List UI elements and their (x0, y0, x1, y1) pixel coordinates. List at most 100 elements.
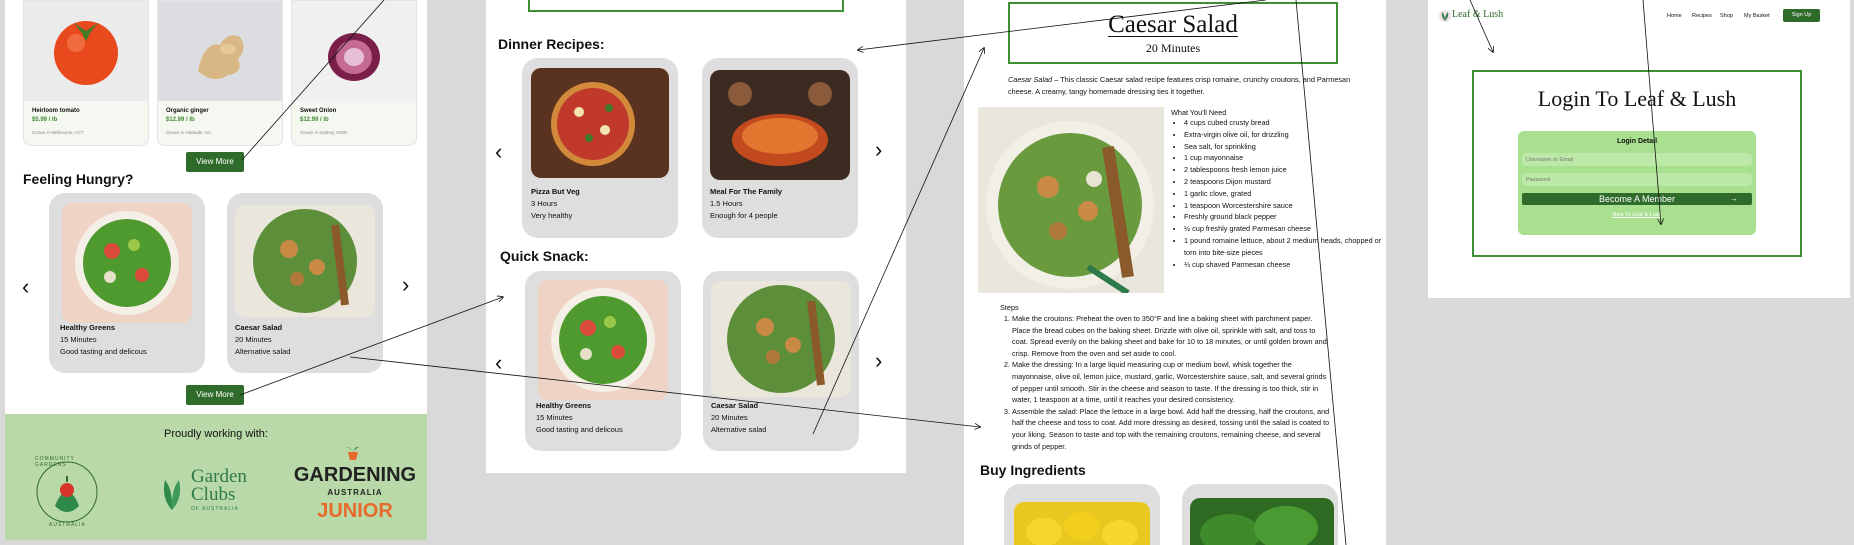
chevron-left-icon[interactable]: ‹ (495, 352, 502, 374)
product-name: Organic ginger (166, 108, 209, 114)
nav-recipes[interactable]: Recipes (1692, 13, 1712, 19)
recipe-time: 1.5 Hours (710, 199, 743, 208)
chevron-right-icon[interactable]: › (875, 139, 882, 161)
ingredient-item: 1 teaspoon Worcestershire sauce (1184, 200, 1384, 212)
recipe-desc: Very healthy (531, 211, 573, 220)
product-card[interactable]: Sweet Onion $12.99 / lb Grown in Sydney,… (291, 0, 417, 146)
product-origin: Grown in Melbourne, ACT (32, 130, 84, 135)
recipe-card[interactable]: Caesar Salad 20 Minutes Alternative sala… (227, 193, 383, 373)
chevron-right-icon[interactable]: › (875, 350, 882, 372)
login-page-frame: Leaf & Lush Home Recipes Shop My Basket … (1428, 0, 1850, 298)
ingredient-item: 1 cup mayonnaise (1184, 152, 1384, 164)
tomato-image (24, 1, 148, 101)
feeling-hungry-heading: Feeling Hungry? (23, 171, 134, 187)
password-input[interactable] (1522, 173, 1752, 186)
gardening-australia-junior-logo: GARDENING AUSTRALIA JUNIOR (293, 444, 417, 538)
recipe-desc: Good tasting and delicous (60, 347, 147, 356)
recipe-title: Caesar Salad (1108, 11, 1238, 38)
ingredient-item: Extra-virgin olive oil, for drizzling (1184, 129, 1384, 141)
recipe-time: 20 Minutes (711, 413, 748, 422)
logo-text-top: COMMUNITY GARDENS (35, 456, 75, 468)
recipe-time: 20 Minutes (235, 335, 272, 344)
logo-text-clubs: Clubs (191, 484, 236, 505)
new-member-link[interactable]: New To Leaf & Lush (1518, 212, 1756, 218)
recipe-card[interactable]: Meal For The Family 1.5 Hours Enough for… (702, 58, 858, 238)
view-more-button[interactable]: View More (186, 152, 244, 172)
caesar-salad-photo (978, 107, 1164, 293)
product-card[interactable]: Heirloom tomato $5.99 / lb Grown in Melb… (23, 0, 149, 146)
recipe-title: Caesar Salad (235, 323, 283, 332)
caesar-salad-image (711, 281, 851, 397)
recipe-card[interactable]: Caesar Salad 20 Minutes Alternative sala… (703, 271, 859, 451)
steps-list: Make the croutons: Preheat the oven to 3… (1000, 313, 1330, 452)
recipe-title: Caesar Salad (711, 401, 759, 410)
logo-plant-pot (345, 444, 361, 460)
ingredient-item: 1 pound romaine lettuce, about 2 medium … (1184, 235, 1384, 259)
nav-shop[interactable]: Shop (1720, 13, 1733, 19)
navbar: Leaf & Lush Home Recipes Shop My Basket … (1428, 0, 1850, 30)
recipe-desc: Good tasting and delicous (536, 425, 623, 434)
username-input[interactable] (1522, 153, 1752, 166)
login-box: Login To Leaf & Lush Login Detail Become… (1472, 70, 1802, 257)
recipe-desc: Enough for 4 people (710, 211, 778, 220)
spinach-image (1190, 498, 1334, 545)
ingredient-item: Sea salt, for sprinkling (1184, 141, 1384, 153)
nav-my-basket[interactable]: My Basket (1744, 13, 1770, 19)
become-member-button[interactable]: Become A Member → (1522, 193, 1752, 205)
product-origin: Grown in Sydney, NSW (300, 130, 347, 135)
healthy-greens-image (538, 280, 668, 400)
chevron-left-icon[interactable]: ‹ (22, 276, 29, 298)
recipes-page-frame: Dinner Recipes: ‹ › Pizza But Veg 3 Hour… (486, 0, 906, 473)
quick-snack-heading: Quick Snack: (500, 248, 589, 264)
partners-section: Proudly working with: COMMUNITY GARDENS … (5, 414, 427, 540)
ingredient-item: 1 garlic clove, grated (1184, 188, 1384, 200)
chevron-right-icon[interactable]: › (402, 274, 409, 296)
become-member-label: Become A Member (1598, 194, 1676, 204)
arrow-right-icon: → (1730, 194, 1738, 203)
product-name: Sweet Onion (300, 108, 337, 114)
step-item: Make the dressing: In a large liquid mea… (1012, 359, 1330, 405)
top-box (528, 0, 844, 12)
ingredient-item: 2 tablespoons fresh lemon juice (1184, 164, 1384, 176)
step-item: Assemble the salad: Place the lettuce in… (1012, 406, 1330, 452)
intro-name: Caesar Salad (1008, 75, 1053, 84)
login-title: Login To Leaf & Lush (1537, 86, 1737, 111)
recipe-card[interactable]: Healthy Greens 15 Minutes Good tasting a… (49, 193, 205, 373)
recipe-card[interactable]: Healthy Greens 15 Minutes Good tasting a… (525, 271, 681, 451)
recipe-card[interactable]: Pizza But Veg 3 Hours Very healthy (522, 58, 678, 238)
healthy-greens-image (62, 203, 192, 323)
partners-title: Proudly working with: (164, 428, 268, 440)
logo-text-bottom: AUSTRALIA (49, 522, 86, 528)
product-price: $12.99 / lb (166, 117, 195, 123)
chevron-left-icon[interactable]: ‹ (495, 141, 502, 163)
product-name: Heirloom tomato (32, 108, 80, 114)
product-price: $12.99 / lb (300, 117, 329, 123)
shop-page-frame: Heirloom tomato $5.99 / lb Grown in Melb… (5, 0, 427, 540)
ingredient-item: ½ cup freshly grated Parmesan cheese (1184, 223, 1384, 235)
nav-home[interactable]: Home (1667, 13, 1682, 19)
logo-text-of-australia: OF AUSTRALIA (191, 506, 239, 512)
logo-text-australia: AUSTRALIA (327, 488, 383, 497)
recipe-time: 3 Hours (531, 199, 558, 208)
ingredient-item: Freshly ground black pepper (1184, 211, 1384, 223)
step-item: Make the croutons: Preheat the oven to 3… (1012, 313, 1330, 359)
dinner-recipes-heading: Dinner Recipes: (498, 36, 605, 52)
ingredient-item: 2 teaspoons Dijon mustard (1184, 176, 1384, 188)
recipe-desc: Alternative salad (235, 347, 291, 356)
lemons-image (1014, 502, 1150, 545)
product-card[interactable]: Organic ginger $12.99 / lb Grown in Adel… (157, 0, 283, 146)
sign-up-button[interactable]: Sign Up (1783, 9, 1820, 22)
title-box: Caesar Salad 20 Minutes (1008, 2, 1338, 64)
leaf-logo-icon (1438, 9, 1452, 23)
recipe-title: Meal For The Family (710, 187, 783, 196)
recipe-intro: Caesar Salad – This classic Caesar salad… (1008, 74, 1358, 97)
caesar-salad-image (235, 205, 375, 317)
recipe-subtitle: 20 Minutes (1145, 41, 1201, 55)
brand-name[interactable]: Leaf & Lush (1452, 9, 1503, 20)
view-more-button[interactable]: View More (186, 385, 244, 405)
product-price: $5.99 / lb (32, 117, 58, 123)
ingredient-card[interactable] (1182, 484, 1338, 545)
logo-text-junior: JUNIOR (317, 500, 393, 522)
ingredient-card[interactable] (1004, 484, 1160, 545)
recipe-desc: Alternative salad (711, 425, 767, 434)
